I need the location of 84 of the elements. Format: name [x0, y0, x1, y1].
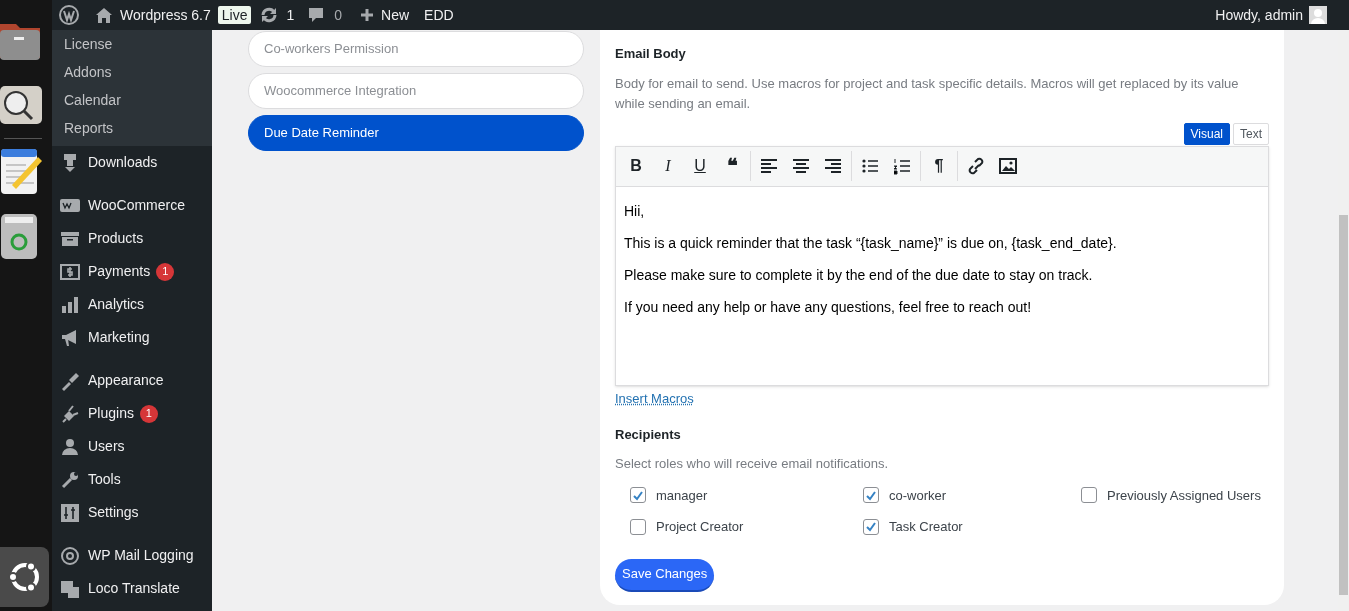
count-badge: 1 [139, 404, 158, 423]
image-icon [999, 157, 1017, 175]
plug-icon [60, 403, 80, 424]
settings-tab[interactable]: Due Date Reminder [248, 115, 584, 151]
menu-item[interactable]: Downloads [52, 146, 212, 179]
editor-tab[interactable]: Text [1233, 122, 1269, 145]
menu-item[interactable]: Marketing [52, 321, 212, 354]
home-icon [95, 6, 113, 24]
checkbox-label: Previously Assigned Users [1107, 486, 1261, 505]
count-badge: 1 [156, 262, 175, 281]
menu-item[interactable]: Products [52, 222, 212, 255]
editor-paragraph: Please make sure to complete it by the end of the due date to stay on track. [624, 265, 1094, 285]
comment-icon [308, 7, 325, 23]
menu-item[interactable]: Appearance [52, 364, 212, 397]
format-button[interactable]: I [652, 151, 684, 181]
site-name[interactable]: Wordpress 6.7 [120, 4, 211, 26]
check-icon [865, 489, 877, 501]
checkbox[interactable] [863, 518, 879, 535]
format-button[interactable]: ❝ [716, 151, 748, 181]
editor-paragraph: Hii, [624, 201, 646, 221]
plus-icon [360, 8, 375, 22]
numbered-list-icon [893, 157, 911, 175]
link-icon [967, 157, 985, 175]
menu-item[interactable]: Payments 1 [52, 255, 212, 288]
checkbox[interactable] [863, 487, 879, 504]
section-heading: Email Body [615, 45, 687, 63]
editor-tab[interactable]: Visual [1183, 122, 1230, 145]
menu-item[interactable]: WP Mail Logging [52, 539, 212, 572]
editor-paragraph: This is a quick reminder that the task “{task_name}” is due on, {task_end_date}. [624, 233, 1118, 253]
refresh-icon [260, 6, 279, 24]
section-heading: Recipients [615, 425, 682, 444]
checkbox-label: co-worker [889, 486, 947, 505]
wordpress-logo-icon [59, 5, 79, 25]
menu-item[interactable]: Loco Translate [52, 572, 212, 605]
checkbox[interactable] [630, 487, 646, 504]
description-text: Select roles who will receive email notifications. [615, 455, 890, 473]
format-button[interactable]: U [684, 151, 716, 181]
magnifier-icon[interactable] [0, 86, 42, 124]
new-link[interactable]: New [381, 4, 410, 26]
menu-item[interactable]: Settings [52, 496, 212, 529]
align-right-icon [824, 157, 842, 175]
submenu-item[interactable]: Reports [52, 114, 212, 142]
format-button[interactable]: ¶ [923, 151, 955, 181]
menu-item[interactable]: Tools [52, 463, 212, 496]
check-icon [632, 489, 644, 501]
submenu-item[interactable]: Calendar [52, 86, 212, 114]
wrench-icon [60, 469, 80, 490]
trash-icon[interactable] [0, 214, 38, 260]
insert-macros-link[interactable]: Insert Macros [615, 388, 694, 408]
avatar-icon [1309, 6, 1327, 24]
menu-item[interactable]: Plugins 1 [52, 397, 212, 430]
comment-count[interactable]: 0 [334, 4, 343, 26]
dollar-icon [60, 261, 80, 282]
align-left-icon [760, 157, 778, 175]
bullet-list-icon [861, 157, 879, 175]
editor-area[interactable] [616, 186, 1268, 385]
ubuntu-logo-icon [7, 560, 42, 594]
live-badge: Live [217, 6, 252, 24]
format-button[interactable]: B [620, 151, 652, 181]
checkbox-label: Task Creator [889, 518, 963, 536]
description-text: Body for email to send. Use macros for project and task specific details. Macros will get replaced by its value while sending an email. [615, 74, 1240, 113]
align-center-icon [792, 157, 810, 175]
text-editor-icon[interactable] [0, 149, 44, 195]
submenu-item[interactable]: Addons [52, 58, 212, 86]
greeting-link[interactable]: Howdy, admin [1215, 4, 1303, 26]
update-count[interactable]: 1 [286, 4, 295, 26]
save-changes-button[interactable]: Save Changes [615, 558, 715, 592]
checkbox-label: manager [656, 486, 708, 505]
sliders-icon [60, 502, 80, 523]
menu-item[interactable]: WooCommerce [52, 189, 212, 222]
editor-paragraph: If you need any help or have any questions, feel free to reach out! [624, 297, 1033, 317]
bar-chart-icon [60, 294, 80, 315]
checkbox[interactable] [630, 518, 646, 535]
dock-button[interactable] [0, 547, 49, 607]
menu-item[interactable]: Analytics [52, 288, 212, 321]
menu-item[interactable]: Users [52, 430, 212, 463]
edd-link[interactable]: EDD [424, 4, 454, 26]
translate-icon [60, 578, 80, 599]
check-icon [865, 521, 877, 533]
submenu-item[interactable]: License [52, 30, 212, 58]
brush-icon [60, 370, 80, 391]
user-icon [60, 436, 80, 457]
checkbox[interactable] [1081, 487, 1097, 504]
checkbox-label: Project Creator [656, 518, 744, 536]
